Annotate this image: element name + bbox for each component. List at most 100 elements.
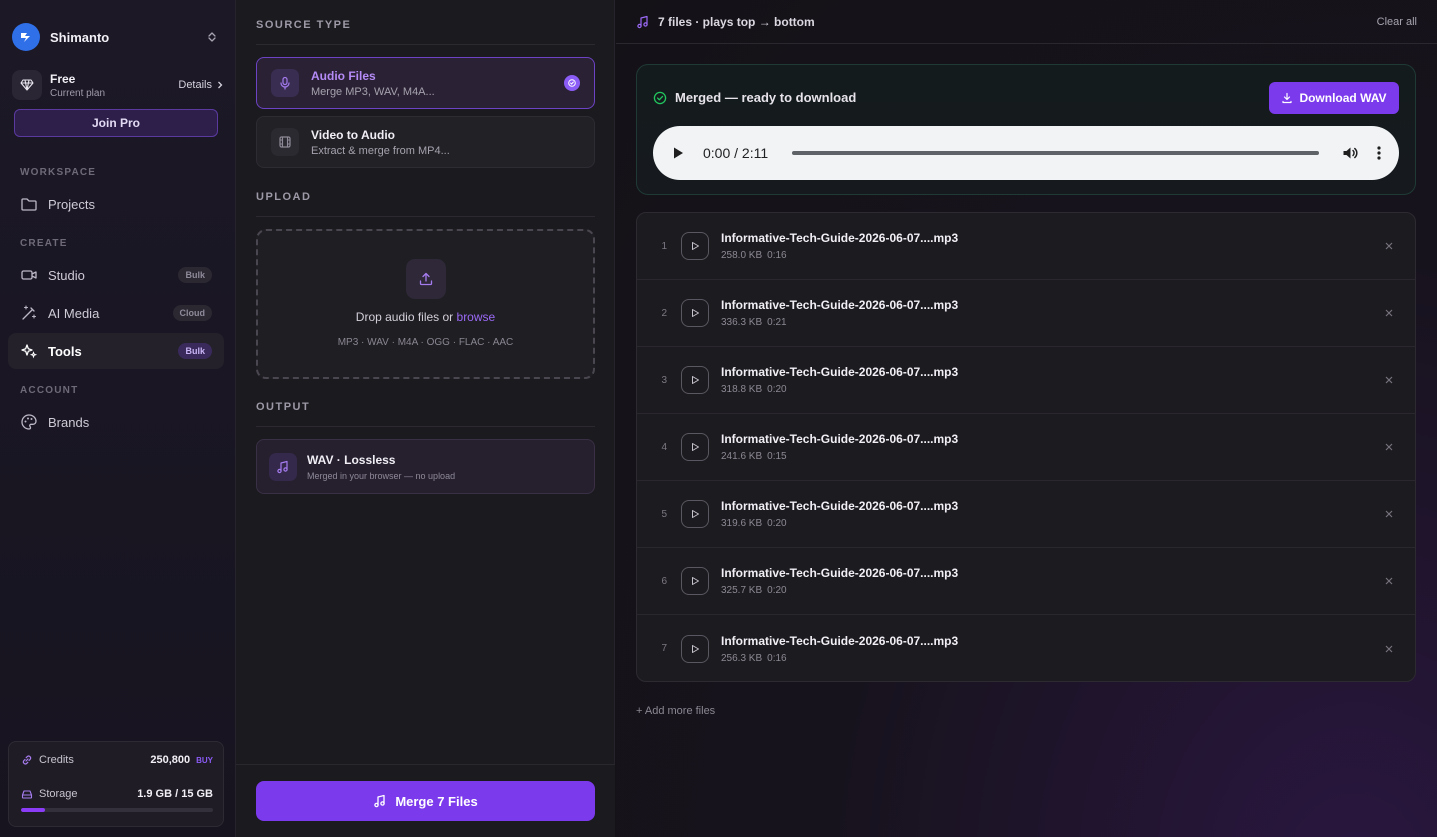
chevron-updown-icon [206,31,218,43]
sparkles-icon [20,342,38,360]
file-size: 241.6 KB [721,451,763,462]
close-icon [1385,443,1393,451]
file-list: 1 Informative-Tech-Guide-2026-06-07....m… [636,212,1416,682]
file-name: Informative-Tech-Guide-2026-06-07....mp3 [721,499,959,513]
sidebar: Shimanto Free Current plan Details Join … [0,0,236,837]
file-name: Informative-Tech-Guide-2026-06-07....mp3 [721,432,959,446]
microphone-icon [271,69,299,97]
magic-wand-icon [20,304,38,322]
file-duration: 0:21 [767,317,787,328]
divider [256,426,595,427]
remove-file-button[interactable] [1369,242,1409,250]
sidebar-item-brands[interactable]: Brands [8,404,224,440]
file-index: 1 [661,240,667,252]
play-preview-button[interactable] [681,433,709,461]
sidebar-item-tools[interactable]: Tools Bulk [8,333,224,369]
check-circle-icon [653,91,667,104]
merge-status: Merged — ready to download [653,90,856,105]
merge-result-card: Merged — ready to download Download WAV … [636,64,1416,195]
output-label: OUTPUT [256,401,311,413]
video-icon [20,266,38,284]
play-preview-button[interactable] [681,567,709,595]
remove-file-button[interactable] [1369,376,1409,384]
play-icon [692,644,699,653]
bulk-badge: Bulk [178,267,212,283]
file-row: 4 Informative-Tech-Guide-2026-06-07....m… [637,414,1415,481]
file-row: 6 Informative-Tech-Guide-2026-06-07....m… [637,548,1415,615]
play-preview-button[interactable] [681,366,709,394]
file-index: 5 [661,508,667,520]
merge-status-text: Merged — ready to download [675,90,857,105]
download-wav-button[interactable]: Download WAV [1269,82,1399,114]
volume-icon[interactable] [1341,144,1359,162]
close-icon [1385,242,1393,250]
merge-button-label: Merge 7 Files [395,793,478,809]
app-logo-icon [21,33,30,42]
sidebar-item-projects[interactable]: Projects [8,186,224,222]
source-audio-files[interactable]: Audio Files Merge MP3, WAV, M4A... [256,57,595,109]
file-dropzone[interactable]: Drop audio files or browse MP3 · WAV · M… [256,229,595,379]
divider [256,44,595,45]
play-preview-button[interactable] [681,232,709,260]
remove-file-button[interactable] [1369,645,1409,653]
sidebar-item-ai-media[interactable]: AI Media Cloud [8,295,224,331]
file-duration: 0:20 [767,518,787,529]
merge-files-button[interactable]: Merge 7 Files [256,781,595,821]
add-more-files-link[interactable]: + Add more files [636,705,715,717]
file-duration: 0:16 [767,250,787,261]
supported-formats: MP3 · WAV · M4A · OGG · FLAC · AAC [337,337,514,348]
player-seek-bar[interactable] [792,151,1319,155]
file-size: 258.0 KB [721,250,763,261]
sidebar-item-label: Tools [48,343,82,359]
storage-progress-bar [21,808,213,812]
play-preview-button[interactable] [681,634,709,663]
plan-details-link[interactable]: Details [178,79,224,91]
output-title: WAV · Lossless [307,452,396,467]
account-switcher[interactable]: Shimanto [12,22,224,52]
remove-file-button[interactable] [1369,577,1409,585]
remove-file-button[interactable] [1369,309,1409,317]
remove-file-button[interactable] [1369,443,1409,451]
file-size: 325.7 KB [721,585,763,596]
play-icon [692,376,699,384]
sidebar-item-label: AI Media [48,305,100,321]
credits-label: Credits [39,754,74,766]
file-index: 3 [661,374,667,386]
output-format-card[interactable]: WAV · Lossless Merged in your browser — … [256,439,595,494]
source-video-to-audio[interactable]: Video to Audio Extract & merge from MP4.… [256,116,595,168]
config-footer: Merge 7 Files [236,764,615,837]
check-circle-icon [564,75,580,91]
file-name: Informative-Tech-Guide-2026-06-07....mp3 [721,365,959,379]
plan-details-label: Details [178,79,212,91]
storage-value: 1.9 GB / 15 GB [137,788,213,800]
play-icon[interactable] [671,146,691,160]
play-preview-button[interactable] [681,500,709,528]
remove-file-button[interactable] [1369,510,1409,518]
close-icon [1385,577,1393,585]
play-preview-button[interactable] [681,299,709,327]
section-label-workspace: WORKSPACE [20,167,97,178]
credits-value: 250,800 [150,754,191,766]
music-note-icon [636,15,650,29]
music-note-icon [374,794,386,808]
clear-all-button[interactable]: Clear all [1377,16,1417,28]
more-options-icon[interactable] [1377,145,1381,161]
play-icon [692,242,699,250]
file-row: 2 Informative-Tech-Guide-2026-06-07....m… [637,280,1415,347]
join-pro-button[interactable]: Join Pro [14,109,218,137]
audio-player: 0:00 / 2:11 [653,126,1399,180]
files-header: 7 files · plays top → bottom Clear all [616,0,1437,44]
music-note-icon [269,452,297,481]
download-button-label: Download WAV [1299,91,1387,105]
buy-credits-link[interactable]: BUY [196,756,213,765]
user-name: Shimanto [50,29,110,45]
file-size: 256.3 KB [721,652,763,664]
file-duration: 0:16 [767,652,787,664]
sidebar-item-studio[interactable]: Studio Bulk [8,257,224,293]
source-subtitle: Extract & merge from MP4... [311,144,450,157]
file-size: 336.3 KB [721,317,763,328]
browse-link[interactable]: browse [457,310,496,324]
sidebar-item-label: Studio [48,267,85,283]
sidebar-item-label: Projects [48,196,95,212]
file-row: 3 Informative-Tech-Guide-2026-06-07....m… [637,347,1415,414]
